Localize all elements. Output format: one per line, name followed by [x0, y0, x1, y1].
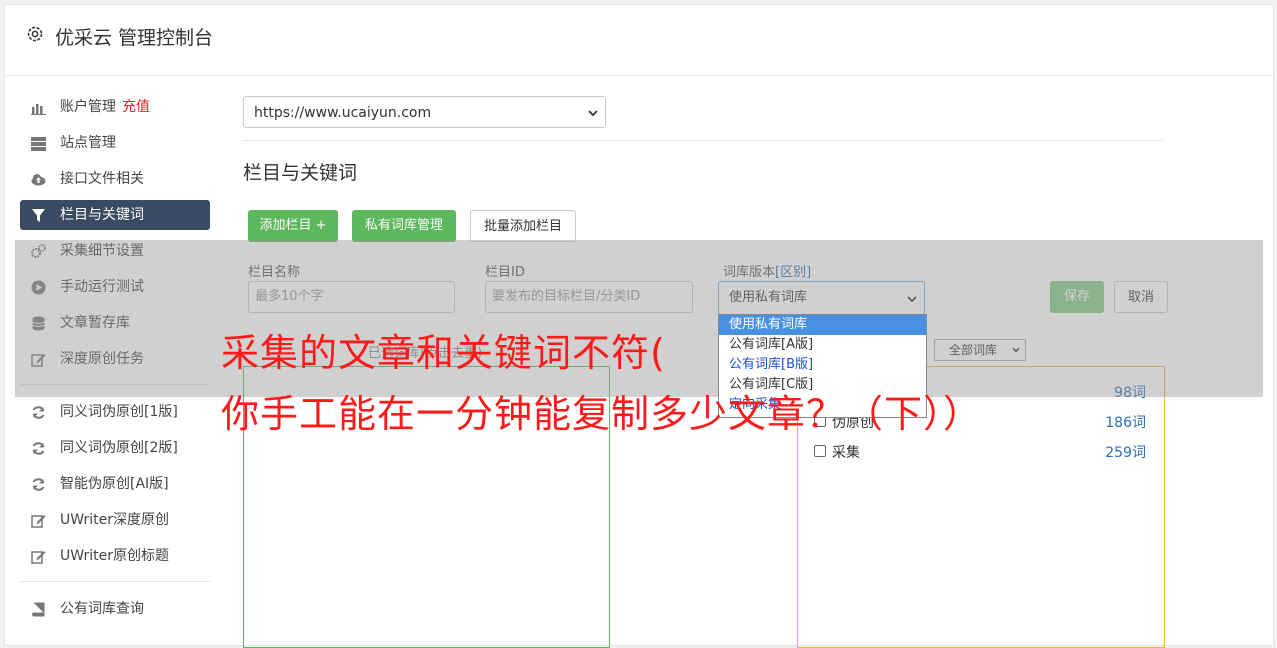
sidebar-item-label: 手动运行测试	[60, 279, 144, 295]
filter-icon	[32, 209, 45, 222]
edit-icon	[31, 515, 46, 528]
dropdown-option[interactable]: 使用私有词库	[719, 315, 926, 335]
sidebar-item-manual-run[interactable]: 手动运行测试	[20, 272, 210, 302]
checkbox[interactable]	[814, 445, 826, 457]
private-lib-button[interactable]: 私有词库管理	[352, 210, 456, 242]
play-icon	[31, 280, 46, 295]
sidebar-item-article-store[interactable]: 文章暂存库	[20, 308, 210, 338]
cogs-icon	[31, 244, 46, 258]
caption-line-1: 采集的文章和关键词不符(	[221, 331, 666, 375]
divider	[243, 140, 1163, 141]
refresh-icon	[32, 478, 45, 491]
add-column-button[interactable]: 添加栏目 +	[248, 210, 338, 242]
save-button[interactable]: 保存	[1050, 281, 1104, 313]
list-item[interactable]: 采集 259词	[814, 442, 1150, 462]
batch-add-button[interactable]: 批量添加栏目	[470, 210, 576, 242]
sidebar-divider	[20, 581, 210, 582]
sidebar-item-ai-original[interactable]: 智能伪原创[AI版]	[20, 469, 210, 499]
sidebar-item-columns-keywords[interactable]: 栏目与关键词	[20, 200, 210, 230]
lib-count: 98词	[1114, 385, 1146, 401]
sidebar-item-synonym-v1[interactable]: 同义词伪原创[1版]	[20, 397, 210, 427]
site-select-value: https://www.ucaiyun.com	[254, 105, 432, 121]
dropdown-option[interactable]: 公有词库[B版]	[719, 355, 926, 375]
sidebar-item-uwriter-title[interactable]: UWriter原创标题	[20, 541, 210, 571]
edit-icon	[31, 354, 46, 367]
column-name-label: 栏目名称	[248, 265, 301, 280]
sidebar-item-uwriter-deep[interactable]: UWriter深度原创	[20, 505, 210, 535]
refresh-icon	[32, 442, 45, 455]
sidebar-item-label: 文章暂存库	[60, 315, 130, 331]
sidebar-divider	[20, 384, 210, 385]
book-icon	[32, 602, 45, 617]
version-select-value: 使用私有词库	[729, 290, 808, 305]
sidebar-item-label: 账户管理	[60, 99, 116, 115]
site-select[interactable]: https://www.ucaiyun.com	[243, 96, 606, 128]
sidebar-item-label: 采集细节设置	[60, 243, 144, 259]
sidebar-item-label: 接口文件相关	[60, 171, 144, 187]
chevron-down-icon	[588, 110, 598, 117]
cancel-button[interactable]: 取消	[1114, 281, 1168, 313]
header: 优采云 管理控制台	[5, 5, 1273, 76]
bar-chart-icon	[31, 104, 46, 115]
chevron-down-icon	[1012, 347, 1020, 353]
column-id-input[interactable]: 要发布的目标栏目/分类ID	[485, 281, 693, 313]
caption-line-2: 你手工能在一分钟能复制多少文章？（下））	[221, 392, 983, 436]
page-title: 优采云 管理控制台	[55, 27, 214, 49]
sidebar-item-collect-settings[interactable]: 采集细节设置	[20, 236, 210, 266]
sidebar-item-label: 智能伪原创[AI版]	[60, 476, 169, 492]
sidebar-item-label: 同义词伪原创[2版]	[60, 440, 178, 456]
lib-filter-value: 全部词库	[949, 343, 998, 357]
sidebar-item-account[interactable]: 账户管理 充值	[20, 92, 210, 122]
edit-icon	[31, 551, 46, 564]
sidebar-item-label: 同义词伪原创[1版]	[60, 404, 178, 420]
version-select[interactable]: 使用私有词库	[718, 281, 925, 315]
version-label: 词库版本[区别]	[723, 265, 812, 280]
sidebar-item-label: 深度原创任务	[60, 351, 144, 367]
sidebar-item-label: UWriter深度原创	[60, 512, 169, 528]
sidebar-item-label: UWriter原创标题	[60, 548, 169, 564]
database-icon	[32, 316, 45, 331]
version-diff-link[interactable]: [区别]	[775, 265, 811, 280]
lib-count: 186词	[1105, 415, 1146, 431]
refresh-icon	[32, 406, 45, 419]
sidebar-item-sites[interactable]: 站点管理	[20, 128, 210, 158]
lib-name: 采集	[832, 445, 860, 461]
sidebar-item-label: 站点管理	[60, 135, 116, 151]
sidebar-item-synonym-v2[interactable]: 同义词伪原创[2版]	[20, 433, 210, 463]
gear-icon	[27, 26, 43, 42]
sidebar-item-label: 公有词库查询	[60, 601, 144, 617]
column-name-input[interactable]: 最多10个字	[248, 281, 455, 313]
sidebar-item-deep-original[interactable]: 深度原创任务	[20, 344, 210, 374]
column-id-label: 栏目ID	[485, 265, 525, 280]
server-icon	[31, 137, 46, 151]
dropdown-option[interactable]: 公有词库[A版]	[719, 335, 926, 355]
section-title: 栏目与关键词	[243, 162, 358, 184]
chevron-down-icon	[907, 296, 917, 303]
sidebar-item-api-files[interactable]: 接口文件相关	[20, 164, 210, 194]
sidebar-item-public-lib[interactable]: 公有词库查询	[20, 594, 210, 624]
lib-filter-select[interactable]: 全部词库	[934, 339, 1026, 361]
recharge-link[interactable]: 充值	[122, 99, 150, 115]
cloud-upload-icon	[31, 174, 46, 186]
lib-count: 259词	[1105, 445, 1146, 461]
sidebar-item-label: 栏目与关键词	[60, 207, 144, 223]
sidebar: 账户管理 充值 站点管理 接口文件相关 栏目与关键词 采集细节设置 手动运行测试 …	[20, 92, 210, 630]
